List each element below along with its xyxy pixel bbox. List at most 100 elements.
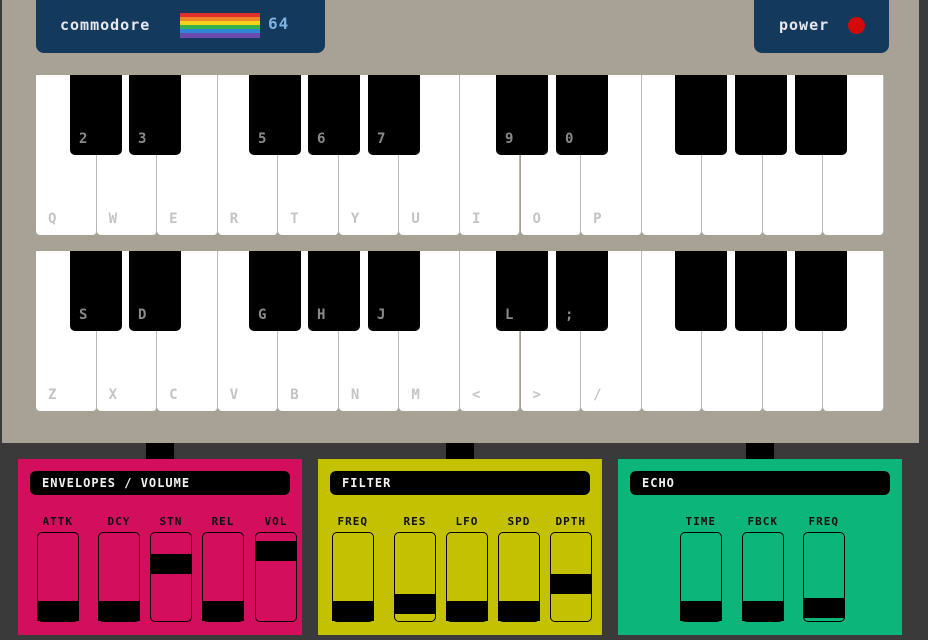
key-label: / — [593, 387, 602, 403]
black-key[interactable]: L — [496, 251, 548, 331]
slider-label: LFO — [455, 515, 479, 528]
key-label: 2 — [79, 131, 88, 147]
key-label: B — [290, 387, 299, 403]
power-label: power — [779, 16, 830, 34]
key-label: 7 — [377, 131, 386, 147]
key-label: 9 — [505, 131, 514, 147]
panel-header: ECHO — [630, 471, 890, 495]
envelopes-slider-vol[interactable] — [255, 532, 297, 622]
black-key[interactable] — [735, 251, 787, 331]
slider-thumb[interactable] — [202, 601, 244, 621]
slider-thumb[interactable] — [37, 601, 79, 621]
power-badge: power — [754, 0, 889, 53]
key-label: W — [108, 211, 117, 227]
black-key[interactable] — [675, 251, 727, 331]
slider-label: FREQ — [337, 515, 368, 528]
filter-panel: FILTER FREQ RES LFO SPD DPTH — [318, 459, 602, 635]
slider-label: DPTH — [555, 515, 586, 528]
slider-thumb[interactable] — [332, 601, 374, 621]
slider-thumb[interactable] — [394, 594, 436, 615]
slider-thumb[interactable] — [742, 601, 784, 621]
echo-panel: ECHO TIME FBCK FREQ — [618, 459, 902, 635]
slider-label: STN — [159, 515, 183, 528]
keyboard-row-top: Q W E R T Y U I O P 2 3 5 6 7 9 0 — [36, 75, 884, 235]
key-label: V — [229, 387, 239, 403]
filter-slider-res[interactable] — [394, 532, 436, 622]
key-label: L — [505, 307, 514, 323]
envelopes-slider-stn[interactable] — [150, 532, 192, 622]
key-label: Q — [48, 211, 57, 227]
echo-slider-time[interactable] — [680, 532, 722, 622]
key-label: 5 — [258, 131, 267, 147]
keyboard-case: commodore 64 power Q W E R T Y U I O P 2 3 5 6 7 9 0 Z X C… — [2, 0, 919, 443]
key-label: G — [258, 307, 267, 323]
black-key[interactable]: 7 — [368, 75, 420, 155]
slider-thumb[interactable] — [98, 601, 140, 621]
brand-model: 64 — [268, 14, 290, 33]
slider-label: VOL — [264, 515, 288, 528]
key-label: O — [532, 211, 541, 227]
key-label: X — [108, 387, 117, 403]
panel-title: ECHO — [642, 476, 675, 490]
envelopes-slider-dcy[interactable] — [98, 532, 140, 622]
black-key[interactable]: 6 — [308, 75, 360, 155]
key-label: Y — [350, 211, 360, 227]
slider-label: FBCK — [747, 515, 778, 528]
key-label: D — [138, 307, 147, 323]
slider-thumb[interactable] — [446, 601, 488, 621]
filter-slider-lfo[interactable] — [446, 532, 488, 622]
black-key[interactable]: D — [129, 251, 181, 331]
black-key[interactable] — [675, 75, 727, 155]
panel-title: FILTER — [342, 476, 392, 490]
panel-header: FILTER — [330, 471, 590, 495]
key-label: < — [471, 387, 481, 403]
black-key[interactable]: 3 — [129, 75, 181, 155]
black-key[interactable]: H — [308, 251, 360, 331]
slider-thumb[interactable] — [680, 601, 722, 621]
slider-label: SPD — [507, 515, 531, 528]
black-key[interactable]: J — [368, 251, 420, 331]
black-key[interactable]: 2 — [70, 75, 122, 155]
black-key[interactable] — [735, 75, 787, 155]
panel-stem — [446, 443, 474, 459]
black-key[interactable]: 0 — [556, 75, 608, 155]
key-label: E — [169, 211, 178, 227]
key-label: P — [593, 211, 602, 227]
key-label: U — [411, 211, 420, 227]
envelopes-panel: ENVELOPES / VOLUME ATTK DCY STN REL VOL — [18, 459, 302, 635]
slider-label: ATTK — [42, 515, 73, 528]
filter-slider-dpth[interactable] — [550, 532, 592, 622]
key-label: > — [532, 387, 541, 403]
panel-header: ENVELOPES / VOLUME — [30, 471, 290, 495]
slider-label: DCY — [107, 515, 131, 528]
panel-title: ENVELOPES / VOLUME — [42, 476, 191, 490]
slider-thumb[interactable] — [803, 597, 845, 618]
black-key[interactable] — [795, 251, 847, 331]
black-key[interactable]: G — [249, 251, 301, 331]
brand-name: commodore — [60, 16, 151, 34]
black-key[interactable]: 5 — [249, 75, 301, 155]
filter-slider-spd[interactable] — [498, 532, 540, 622]
key-label: 0 — [565, 131, 574, 147]
echo-slider-freq[interactable] — [803, 532, 845, 622]
keyboard-row-bottom: Z X C V B N M < > / S D G H J L; — [36, 251, 884, 411]
slider-label: FREQ — [808, 515, 839, 528]
slider-label: TIME — [685, 515, 716, 528]
black-key[interactable]: 9 — [496, 75, 548, 155]
envelopes-slider-rel[interactable] — [202, 532, 244, 622]
black-key[interactable]: S — [70, 251, 122, 331]
slider-thumb[interactable] — [255, 540, 297, 561]
filter-slider-freq[interactable] — [332, 532, 374, 622]
power-button[interactable] — [848, 17, 865, 34]
envelopes-slider-attk[interactable] — [37, 532, 79, 622]
slider-thumb[interactable] — [150, 554, 192, 575]
key-label: S — [79, 307, 88, 323]
slider-thumb[interactable] — [550, 574, 592, 595]
key-label: C — [169, 387, 178, 403]
slider-thumb[interactable] — [498, 601, 540, 621]
black-key[interactable]: ; — [556, 251, 608, 331]
black-key[interactable] — [795, 75, 847, 155]
key-label: I — [471, 211, 481, 227]
key-label: N — [350, 387, 360, 403]
echo-slider-fbck[interactable] — [742, 532, 784, 622]
